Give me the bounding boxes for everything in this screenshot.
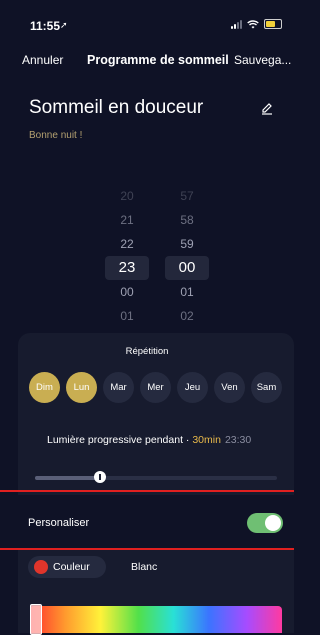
hour-option[interactable]: 01 — [105, 304, 149, 328]
signal-icon — [231, 19, 242, 29]
color-tab-label[interactable]: Couleur — [53, 561, 90, 573]
progressive-end-time: 23:30 — [224, 434, 252, 446]
location-arrow-icon: ➚ — [60, 20, 68, 30]
hour-option[interactable]: 00 — [105, 280, 149, 304]
day-sunday[interactable]: Dim — [29, 372, 60, 403]
status-bar: 11:55 ➚ — [0, 0, 294, 40]
day-saturday[interactable]: Sam — [251, 372, 282, 403]
hour-option[interactable]: 22 — [105, 232, 149, 256]
minute-option[interactable]: 01 — [165, 280, 209, 304]
minute-option[interactable]: 57 — [165, 184, 209, 208]
duration-slider[interactable] — [35, 471, 277, 483]
day-selector: Dim Lun Mar Mer Jeu Ven Sam — [29, 372, 282, 403]
white-tab[interactable]: Blanc — [131, 561, 157, 573]
color-spectrum[interactable] — [30, 606, 282, 633]
minute-option[interactable]: 58 — [165, 208, 209, 232]
progressive-duration: 30min — [192, 434, 221, 446]
day-friday[interactable]: Ven — [214, 372, 245, 403]
highlight-line-top — [0, 490, 294, 492]
wifi-icon — [247, 19, 259, 28]
minute-picker[interactable]: 57 58 59 00 01 02 03 — [165, 184, 209, 352]
repeat-label: Répétition — [125, 346, 169, 357]
page-title: Programme de sommeil — [87, 53, 229, 67]
progressive-light-label: Lumière progressive pendant · 30min 23:30 — [47, 434, 251, 446]
hour-selected[interactable]: 23 — [105, 256, 149, 280]
battery-icon — [264, 19, 282, 29]
status-time: 11:55 — [30, 19, 61, 33]
status-icons — [231, 19, 282, 29]
nav-bar: Annuler Programme de sommeil Sauvega... — [0, 50, 294, 70]
day-thursday[interactable]: Jeu — [177, 372, 208, 403]
minute-selected[interactable]: 00 — [165, 256, 209, 280]
edit-icon[interactable] — [260, 101, 274, 115]
cancel-button[interactable]: Annuler — [22, 53, 63, 67]
slider-fill — [35, 476, 101, 480]
hour-option[interactable]: 21 — [105, 208, 149, 232]
day-monday[interactable]: Lun — [66, 372, 97, 403]
spectrum-handle[interactable] — [30, 604, 42, 635]
personalize-toggle[interactable] — [247, 513, 283, 533]
minute-option[interactable]: 59 — [165, 232, 209, 256]
day-tuesday[interactable]: Mar — [103, 372, 134, 403]
scene-title: Sommeil en douceur — [29, 97, 204, 118]
save-button[interactable]: Sauvega... — [234, 53, 291, 67]
color-swatch — [34, 560, 48, 574]
scene-subtitle: Bonne nuit ! — [29, 130, 83, 141]
day-wednesday[interactable]: Mer — [140, 372, 171, 403]
hour-option[interactable]: 20 — [105, 184, 149, 208]
toggle-knob — [265, 515, 281, 531]
minute-option[interactable]: 02 — [165, 304, 209, 328]
hour-picker[interactable]: 20 21 22 23 00 01 02 — [105, 184, 149, 352]
progressive-text: Lumière progressive pendant · — [47, 434, 193, 446]
personalize-label: Personaliser — [28, 517, 90, 529]
